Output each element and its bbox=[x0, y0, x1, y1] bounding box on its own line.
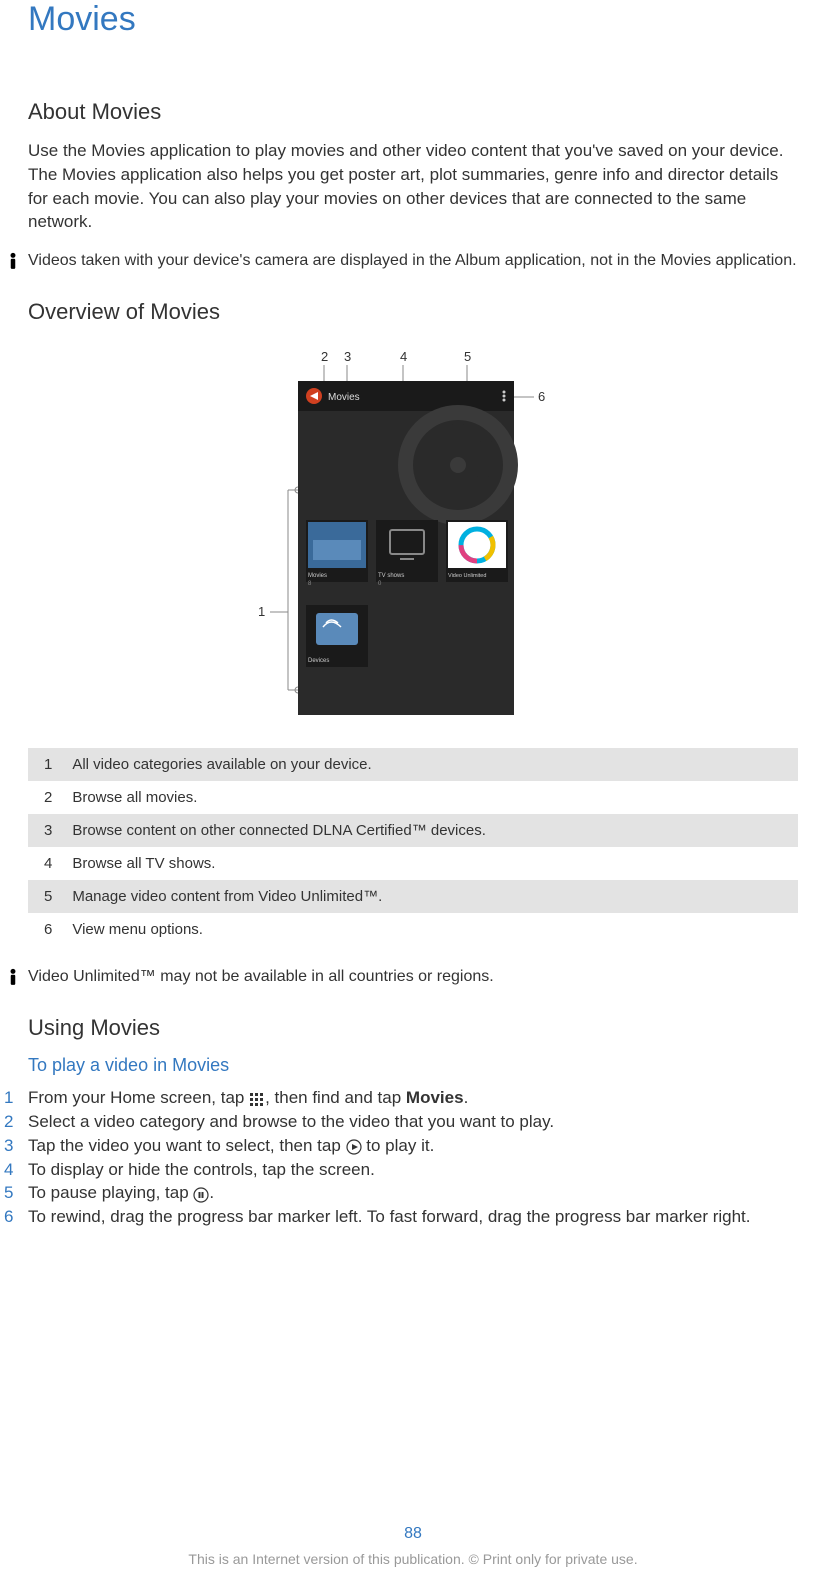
apps-grid-icon bbox=[249, 1091, 265, 1107]
tile-tvshows-label: TV shows bbox=[378, 573, 404, 579]
callout-1: 1 bbox=[258, 604, 265, 619]
screenshot-header: Movies bbox=[328, 392, 360, 403]
page-number: 88 bbox=[0, 1525, 826, 1543]
pause-circle-icon bbox=[193, 1186, 209, 1202]
footer-note: This is an Internet version of this publ… bbox=[0, 1551, 826, 1567]
warning-block-1: Videos taken with your device's camera a… bbox=[4, 250, 798, 275]
step-text: Tap the video you want to select, then t… bbox=[28, 1134, 434, 1158]
step-num: 4 bbox=[4, 1158, 28, 1182]
callout-6: 6 bbox=[538, 389, 545, 404]
step-row: 3 Tap the video you want to select, then… bbox=[4, 1134, 798, 1158]
tile-movies-label: Movies bbox=[308, 573, 327, 579]
step-text: To pause playing, tap . bbox=[28, 1181, 214, 1205]
overview-table: 1All video categories available on your … bbox=[28, 748, 798, 946]
callout-5: 5 bbox=[464, 349, 471, 364]
warning-text: Video Unlimited™ may not be available in… bbox=[28, 966, 494, 988]
play-circle-icon bbox=[346, 1138, 362, 1154]
tile-devices-label: Devices bbox=[308, 658, 329, 664]
callout-2: 2 bbox=[321, 349, 328, 364]
about-text: Use the Movies application to play movie… bbox=[28, 139, 798, 234]
step-num: 1 bbox=[4, 1086, 28, 1110]
step-row: 6 To rewind, drag the progress bar marke… bbox=[4, 1205, 798, 1229]
table-row: 6View menu options. bbox=[28, 913, 798, 946]
table-row: 5Manage video content from Video Unlimit… bbox=[28, 880, 798, 913]
table-row: 1All video categories available on your … bbox=[28, 748, 798, 781]
step-row: 2 Select a video category and browse to … bbox=[4, 1110, 798, 1134]
step-text: From your Home screen, tap , then find a… bbox=[28, 1086, 468, 1110]
callout-4: 4 bbox=[400, 349, 407, 364]
play-heading: To play a video in Movies bbox=[28, 1055, 798, 1076]
warning-text: Videos taken with your device's camera a… bbox=[28, 250, 797, 272]
about-title: About Movies bbox=[28, 99, 798, 125]
step-row: 4 To display or hide the controls, tap t… bbox=[4, 1158, 798, 1182]
step-num: 5 bbox=[4, 1181, 28, 1205]
step-text: To rewind, drag the progress bar marker … bbox=[28, 1205, 751, 1229]
callout-3: 3 bbox=[344, 349, 351, 364]
footer: 88 This is an Internet version of this p… bbox=[0, 1525, 826, 1567]
table-row: 3Browse content on other connected DLNA … bbox=[28, 814, 798, 847]
using-title: Using Movies bbox=[28, 1015, 798, 1041]
warning-icon bbox=[4, 252, 22, 275]
step-text: To display or hide the controls, tap the… bbox=[28, 1158, 375, 1182]
step-row: 1 From your Home screen, tap , then find… bbox=[4, 1086, 798, 1110]
step-num: 3 bbox=[4, 1134, 28, 1158]
warning-icon bbox=[4, 968, 22, 991]
overview-screenshot: 2 3 4 5 6 1 bbox=[28, 345, 798, 720]
main-title: Movies bbox=[28, 0, 798, 39]
step-num: 6 bbox=[4, 1205, 28, 1229]
step-row: 5 To pause playing, tap . bbox=[4, 1181, 798, 1205]
table-row: 4Browse all TV shows. bbox=[28, 847, 798, 880]
step-num: 2 bbox=[4, 1110, 28, 1134]
tile-video-unlimited-label: Video Unlimited bbox=[448, 573, 486, 579]
overview-title: Overview of Movies bbox=[28, 299, 798, 325]
warning-block-2: Video Unlimited™ may not be available in… bbox=[4, 966, 798, 991]
step-text: Select a video category and browse to th… bbox=[28, 1110, 554, 1134]
steps-list: 1 From your Home screen, tap , then find… bbox=[4, 1086, 798, 1229]
table-row: 2Browse all movies. bbox=[28, 781, 798, 814]
